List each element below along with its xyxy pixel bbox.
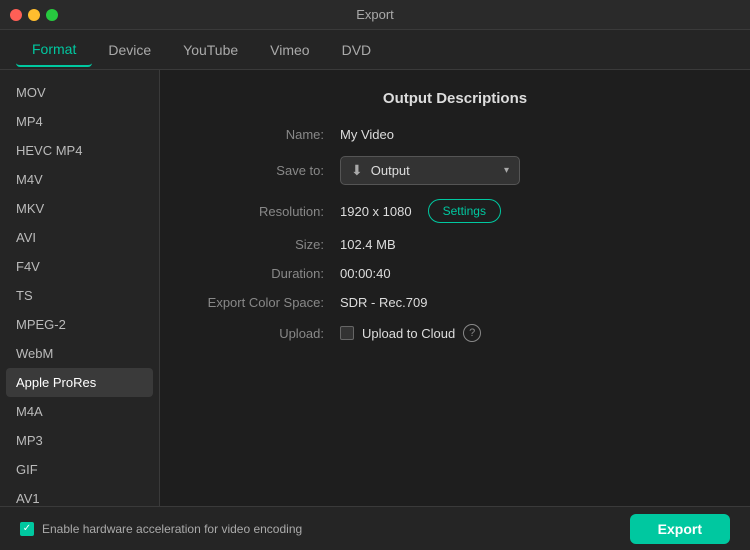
- tabs-bar: Format Device YouTube Vimeo DVD: [0, 30, 750, 70]
- window-controls: [10, 9, 58, 21]
- sidebar-item-hevc-mp4[interactable]: HEVC MP4: [0, 136, 159, 165]
- upload-row: Upload: Upload to Cloud ?: [190, 324, 720, 342]
- sidebar-item-mp3[interactable]: MP3: [0, 426, 159, 455]
- resolution-value: 1920 x 1080: [340, 204, 412, 219]
- sidebar-item-mkv[interactable]: MKV: [0, 194, 159, 223]
- tab-youtube[interactable]: YouTube: [167, 34, 254, 66]
- tab-dvd[interactable]: DVD: [326, 34, 388, 66]
- name-row: Name: My Video: [190, 127, 720, 142]
- minimize-dot[interactable]: [28, 9, 40, 21]
- settings-button[interactable]: Settings: [428, 199, 501, 223]
- size-label: Size:: [190, 237, 340, 252]
- format-sidebar: MOV MP4 HEVC MP4 M4V MKV AVI F4V TS MPEG…: [0, 70, 160, 506]
- save-to-value: Output: [371, 163, 410, 178]
- name-value: My Video: [340, 127, 394, 142]
- window-title: Export: [356, 7, 394, 22]
- duration-row: Duration: 00:00:40: [190, 266, 720, 281]
- sidebar-item-m4a[interactable]: M4A: [0, 397, 159, 426]
- hw-accel-checkbox[interactable]: ✓: [20, 522, 34, 536]
- upload-label: Upload:: [190, 326, 340, 341]
- upload-cloud-checkbox[interactable]: [340, 326, 354, 340]
- dropdown-inner: ⬇ Output: [351, 162, 410, 179]
- upload-controls: Upload to Cloud ?: [340, 324, 481, 342]
- main-content: MOV MP4 HEVC MP4 M4V MKV AVI F4V TS MPEG…: [0, 70, 750, 506]
- name-label: Name:: [190, 127, 340, 142]
- sidebar-item-apple-prores[interactable]: Apple ProRes: [6, 368, 153, 397]
- resolution-row: Resolution: 1920 x 1080 Settings: [190, 199, 720, 223]
- tab-device[interactable]: Device: [92, 34, 167, 66]
- save-to-label: Save to:: [190, 163, 340, 178]
- color-space-label: Export Color Space:: [190, 295, 340, 310]
- output-panel: Output Descriptions Name: My Video Save …: [160, 70, 750, 506]
- upload-cloud-label: Upload to Cloud: [362, 326, 455, 341]
- save-to-dropdown[interactable]: ⬇ Output ▾: [340, 156, 520, 185]
- color-space-row: Export Color Space: SDR - Rec.709: [190, 295, 720, 310]
- size-value: 102.4 MB: [340, 237, 396, 252]
- save-to-row: Save to: ⬇ Output ▾: [190, 156, 720, 185]
- color-space-value: SDR - Rec.709: [340, 295, 427, 310]
- hw-accel-label: Enable hardware acceleration for video e…: [42, 522, 302, 536]
- sidebar-item-gif[interactable]: GIF: [0, 455, 159, 484]
- title-bar: Export: [0, 0, 750, 30]
- sidebar-item-av1[interactable]: AV1: [0, 484, 159, 506]
- tab-vimeo[interactable]: Vimeo: [254, 34, 325, 66]
- bottom-bar: ✓ Enable hardware acceleration for video…: [0, 506, 750, 550]
- sidebar-item-mpeg2[interactable]: MPEG-2: [0, 310, 159, 339]
- resolution-label: Resolution:: [190, 204, 340, 219]
- sidebar-item-webm[interactable]: WebM: [0, 339, 159, 368]
- sidebar-item-mp4[interactable]: MP4: [0, 107, 159, 136]
- sidebar-item-avi[interactable]: AVI: [0, 223, 159, 252]
- panel-title: Output Descriptions: [190, 90, 720, 107]
- sidebar-item-f4v[interactable]: F4V: [0, 252, 159, 281]
- tab-format[interactable]: Format: [16, 33, 92, 67]
- chevron-down-icon: ▾: [504, 165, 509, 176]
- close-dot[interactable]: [10, 9, 22, 21]
- save-folder-icon: ⬇: [351, 162, 363, 179]
- help-icon[interactable]: ?: [463, 324, 481, 342]
- size-row: Size: 102.4 MB: [190, 237, 720, 252]
- hw-accel-row: ✓ Enable hardware acceleration for video…: [20, 522, 302, 536]
- sidebar-item-mov[interactable]: MOV: [0, 78, 159, 107]
- maximize-dot[interactable]: [46, 9, 58, 21]
- sidebar-item-ts[interactable]: TS: [0, 281, 159, 310]
- sidebar-item-m4v[interactable]: M4V: [0, 165, 159, 194]
- duration-label: Duration:: [190, 266, 340, 281]
- duration-value: 00:00:40: [340, 266, 391, 281]
- export-button[interactable]: Export: [630, 514, 730, 544]
